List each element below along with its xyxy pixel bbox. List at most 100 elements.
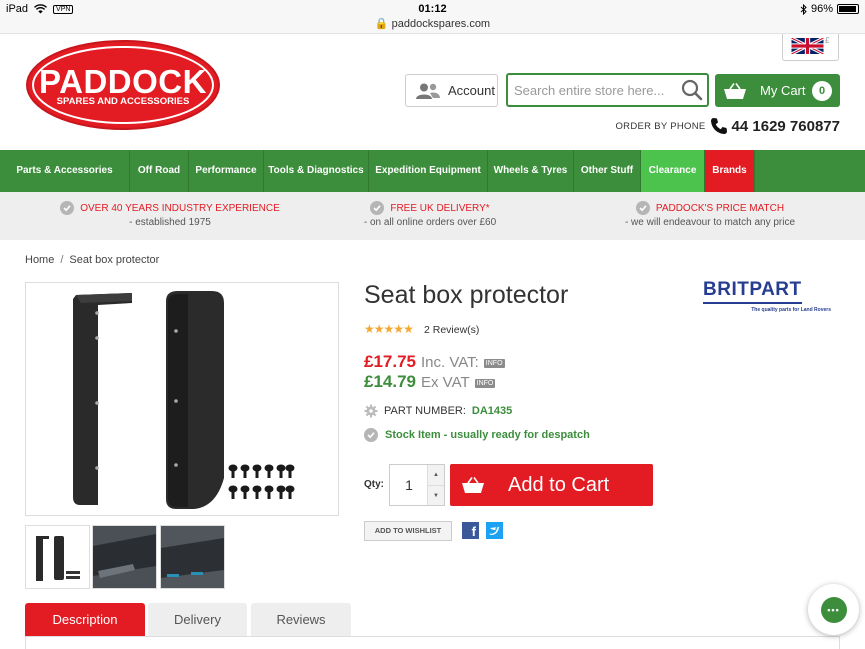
chat-bubble-icon: ••• [820,596,847,623]
star-icon: ★ [383,322,395,336]
product-thumbnail[interactable] [25,525,90,589]
rating-stars[interactable]: ★★★★★ [364,322,414,336]
price-inc-value: £17.75 [364,352,416,371]
add-to-cart-label: Add to Cart [508,473,610,496]
currency-symbol-icon: £ [825,36,830,45]
part-number: PART NUMBER: DA1435 [364,404,512,418]
nav-brands[interactable]: Brands [705,150,755,192]
nav-clearance[interactable]: Clearance [641,150,705,192]
thumbnail-fitted-image [93,526,156,588]
usp-subtitle: - on all online orders over £60 [363,217,497,228]
price-ex-value: £14.79 [364,372,416,391]
thumbnail-protector-image [36,536,80,581]
britpart-logo[interactable]: BRITPART The quality parts for Land Rove… [703,279,833,313]
qty-increase-icon[interactable]: ▲ [427,465,444,485]
product-thumbnail[interactable] [160,525,225,589]
usp-subtitle: - established 1975 [129,217,211,228]
add-to-cart-button[interactable]: Add to Cart [450,464,653,506]
price-ex-vat: £14.79 Ex VAT INFO [364,372,496,392]
battery-icon [837,4,859,14]
qty-label: Qty: [364,479,384,490]
brand-tagline: The quality parts for Land Rovers [751,307,831,313]
basket-icon [462,477,484,493]
usp-title: PADDOCK'S PRICE MATCH [655,202,785,214]
gear-icon [364,404,378,418]
check-circle-icon [635,201,650,215]
paddock-logo[interactable]: PADDOCK SPARES AND ACCESSORIES [25,39,221,131]
part-number-value: DA1435 [471,405,513,417]
nav-tools-diagnostics[interactable]: Tools & Diagnostics [264,150,369,192]
nav-parts-accessories[interactable]: Parts & Accessories [0,150,130,192]
cart-label: My Cart [760,83,806,98]
nav-performance[interactable]: Performance [189,150,264,192]
qty-decrease-icon[interactable]: ▼ [427,485,444,505]
star-icon: ★ [364,322,375,336]
qty-input[interactable]: 1 [390,477,428,493]
status-right: 96% [800,3,859,15]
nav-expedition-equipment[interactable]: Expedition Equipment [369,150,488,192]
breadcrumb-current: Seat box protector [69,254,160,266]
phone-icon [710,118,727,134]
nav-off-road[interactable]: Off Road [130,150,189,192]
nav-wheels-tyres[interactable]: Wheels & Tyres [488,150,574,192]
chat-widget-button[interactable]: ••• [808,584,859,635]
nav-other-stuff[interactable]: Other Stuff [574,150,641,192]
thumbnail-fitted-image [161,526,224,588]
quantity-stepper[interactable]: 1 ▲ ▼ [389,464,445,506]
logo-subtitle: SPARES AND ACCESSORIES [56,96,190,107]
basket-icon [724,82,746,99]
breadcrumb-separator: / [60,254,64,266]
twitter-icon[interactable] [486,522,503,539]
breadcrumb: Home / Seat box protector [25,254,159,266]
info-badge[interactable]: INFO [474,379,496,388]
product-title: Seat box protector [364,281,569,309]
usp-price-match: PADDOCK'S PRICE MATCH - we will endeavou… [580,201,840,228]
stock-status: Stock Item - usually ready for despatch [364,428,590,442]
seat-box-protector-image [73,291,295,509]
product-thumbnail[interactable] [92,525,157,589]
ios-status-bar: iPad VPN 01:12 🔒 paddockspares.com 96% [0,0,865,34]
price-inc-label: Inc. VAT: [421,354,479,371]
order-by-phone-label: ORDER BY PHONE [615,120,706,132]
info-badge[interactable]: INFO [483,359,505,368]
lock-icon: 🔒 [374,18,389,30]
status-time: 01:12 [418,3,447,15]
main-navigation: Parts & Accessories Off Road Performance… [0,150,865,192]
stock-text: Stock Item - usually ready for despatch [385,429,590,441]
price-ex-label: Ex VAT [421,374,470,391]
part-number-label: PART NUMBER: [384,405,466,417]
search-icon[interactable] [681,79,703,101]
star-icon: ★ [393,322,404,336]
half-star-icon: ★ [403,322,414,336]
bluetooth-icon [800,3,807,15]
language-selector[interactable]: £ [782,34,839,61]
cart-count-badge: 0 [812,81,832,101]
search-box[interactable] [506,73,709,107]
address-bar-url[interactable]: 🔒 paddockspares.com [0,17,865,30]
battery-percent: 96% [810,3,833,15]
account-button[interactable]: Account [405,74,498,107]
reviews-link[interactable]: 2 Review(s) [424,324,479,336]
main-product-image[interactable] [25,282,339,516]
tab-description[interactable]: Description [25,603,145,637]
brand-name: BRITPART [703,279,802,304]
tab-reviews[interactable]: Reviews [251,603,351,637]
usp-title: OVER 40 YEARS INDUSTRY EXPERIENCE [80,202,280,214]
usp-bar: OVER 40 YEARS INDUSTRY EXPERIENCE - esta… [0,192,865,240]
uk-flag-icon [791,38,824,54]
tab-delivery[interactable]: Delivery [148,603,247,637]
order-by-phone: ORDER BY PHONE 44 1629 760877 [615,117,840,135]
battery-fill [839,6,857,12]
search-input[interactable] [514,80,674,100]
phone-number[interactable]: 44 1629 760877 [732,118,840,135]
add-to-wishlist-button[interactable]: ADD TO WISHLIST [364,521,452,541]
check-circle-icon [60,201,75,215]
my-cart-button[interactable]: My Cart 0 [715,74,840,107]
usp-subtitle: - we will endeavour to match any price [624,217,796,228]
price-inc-vat: £17.75 Inc. VAT: INFO [364,352,505,372]
breadcrumb-home[interactable]: Home [25,254,54,266]
usp-title: FREE UK DELIVERY* [390,202,490,214]
check-circle-icon [364,428,378,442]
facebook-icon[interactable]: f [462,522,479,539]
url-text: paddockspares.com [391,18,491,30]
